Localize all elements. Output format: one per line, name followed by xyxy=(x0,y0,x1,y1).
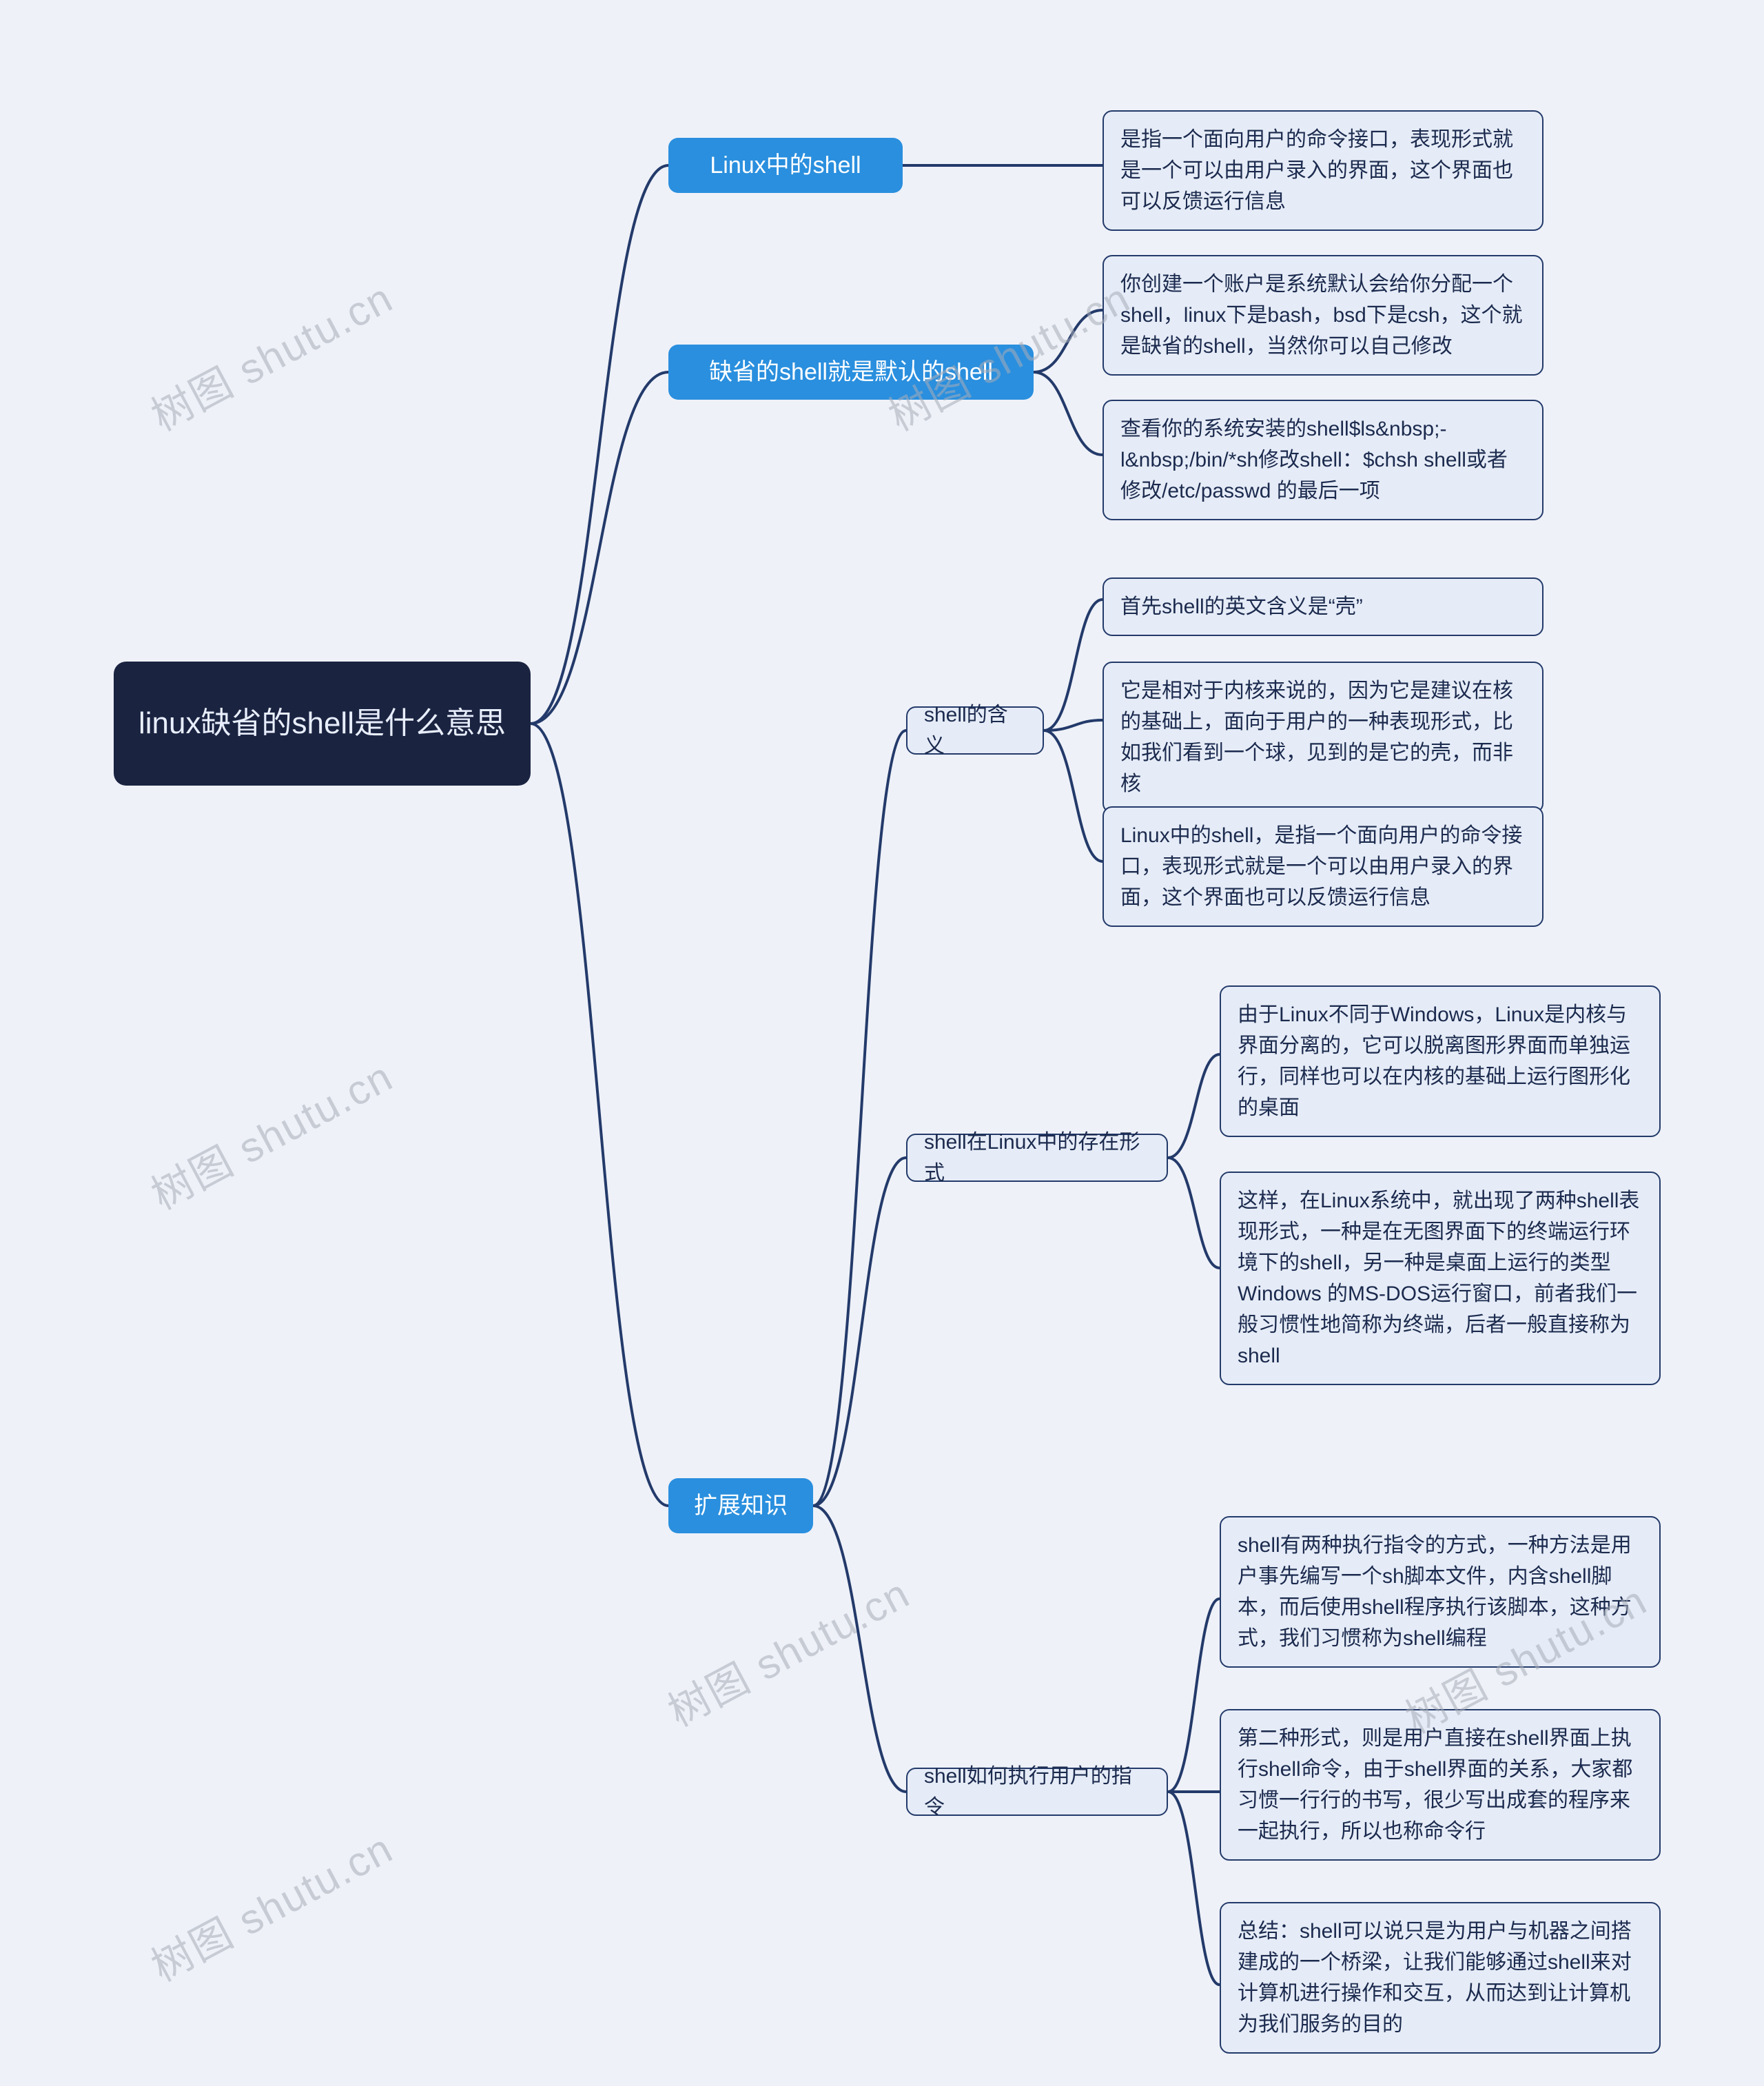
leaf-meaning-2[interactable]: 它是相对于内核来说的，因为它是建议在核的基础上，面向于用户的一种表现形式，比如我… xyxy=(1102,662,1544,813)
branch-extended-knowledge[interactable]: 扩展知识 xyxy=(668,1478,813,1533)
leaf-form-2[interactable]: 这样，在Linux系统中，就出现了两种shell表现形式，一种是在无图界面下的终… xyxy=(1220,1172,1661,1385)
leaf-text: 由于Linux不同于Windows，Linux是内核与界面分离的，它可以脱离图形… xyxy=(1238,999,1643,1123)
subbranch-shell-form[interactable]: shell在Linux中的存在形式 xyxy=(906,1134,1168,1182)
watermark: 树图 shutu.cn xyxy=(139,1044,402,1222)
leaf-text: 首先shell的英文含义是“壳” xyxy=(1120,591,1363,622)
leaf-exec-2[interactable]: 第二种形式，则是用户直接在shell界面上执行shell命令，由于shell界面… xyxy=(1220,1709,1661,1861)
leaf-text: 总结：shell可以说只是为用户与机器之间搭建成的一个桥梁，让我们能够通过she… xyxy=(1238,1916,1643,2040)
subbranch-label: shell在Linux中的存在形式 xyxy=(924,1127,1150,1189)
branch-linux-shell[interactable]: Linux中的shell xyxy=(668,138,903,193)
subbranch-shell-meaning[interactable]: shell的含义 xyxy=(906,706,1044,755)
leaf-text: Linux中的shell，是指一个面向用户的命令接口，表现形式就是一个可以由用户… xyxy=(1120,820,1526,913)
branch-label: 扩展知识 xyxy=(694,1489,788,1524)
leaf-linux-shell-desc[interactable]: 是指一个面向用户的命令接口，表现形式就是一个可以由用户录入的界面，这个界面也可以… xyxy=(1102,110,1544,231)
leaf-default-shell-2[interactable]: 查看你的系统安装的shell$ls&nbsp;-l&nbsp;/bin/*sh修… xyxy=(1102,400,1544,520)
branch-default-shell[interactable]: 缺省的shell就是默认的shell xyxy=(668,345,1034,400)
leaf-exec-1[interactable]: shell有两种执行指令的方式，一种方法是用户事先编写一个sh脚本文件，内含sh… xyxy=(1220,1516,1661,1668)
leaf-text: 这样，在Linux系统中，就出现了两种shell表现形式，一种是在无图界面下的终… xyxy=(1238,1185,1643,1371)
mindmap-canvas: linux缺省的shell是什么意思 Linux中的shell 缺省的shell… xyxy=(0,0,1764,2086)
leaf-default-shell-1[interactable]: 你创建一个账户是系统默认会给你分配一个shell，linux下是bash，bsd… xyxy=(1102,255,1544,376)
branch-label: 缺省的shell就是默认的shell xyxy=(709,355,993,390)
leaf-text: 你创建一个账户是系统默认会给你分配一个shell，linux下是bash，bsd… xyxy=(1120,269,1526,362)
subbranch-shell-exec[interactable]: shell如何执行用户的指令 xyxy=(906,1768,1168,1816)
watermark: 树图 shutu.cn xyxy=(656,1561,919,1739)
leaf-text: 第二种形式，则是用户直接在shell界面上执行shell命令，由于shell界面… xyxy=(1238,1723,1643,1847)
branch-label: Linux中的shell xyxy=(710,148,861,183)
leaf-text: 查看你的系统安装的shell$ls&nbsp;-l&nbsp;/bin/*sh修… xyxy=(1120,413,1526,507)
subbranch-label: shell的含义 xyxy=(924,699,1026,761)
leaf-meaning-3[interactable]: Linux中的shell，是指一个面向用户的命令接口，表现形式就是一个可以由用户… xyxy=(1102,806,1544,927)
root-label: linux缺省的shell是什么意思 xyxy=(139,701,506,746)
leaf-text: 是指一个面向用户的命令接口，表现形式就是一个可以由用户录入的界面，这个界面也可以… xyxy=(1120,124,1526,217)
leaf-meaning-1[interactable]: 首先shell的英文含义是“壳” xyxy=(1102,577,1544,636)
leaf-text: 它是相对于内核来说的，因为它是建议在核的基础上，面向于用户的一种表现形式，比如我… xyxy=(1120,675,1526,799)
root-node[interactable]: linux缺省的shell是什么意思 xyxy=(114,662,531,786)
subbranch-label: shell如何执行用户的指令 xyxy=(924,1761,1150,1823)
leaf-form-1[interactable]: 由于Linux不同于Windows，Linux是内核与界面分离的，它可以脱离图形… xyxy=(1220,985,1661,1137)
watermark: 树图 shutu.cn xyxy=(139,1816,402,1994)
watermark: 树图 shutu.cn xyxy=(139,265,402,443)
leaf-exec-3[interactable]: 总结：shell可以说只是为用户与机器之间搭建成的一个桥梁，让我们能够通过she… xyxy=(1220,1902,1661,2054)
leaf-text: shell有两种执行指令的方式，一种方法是用户事先编写一个sh脚本文件，内含sh… xyxy=(1238,1530,1643,1654)
